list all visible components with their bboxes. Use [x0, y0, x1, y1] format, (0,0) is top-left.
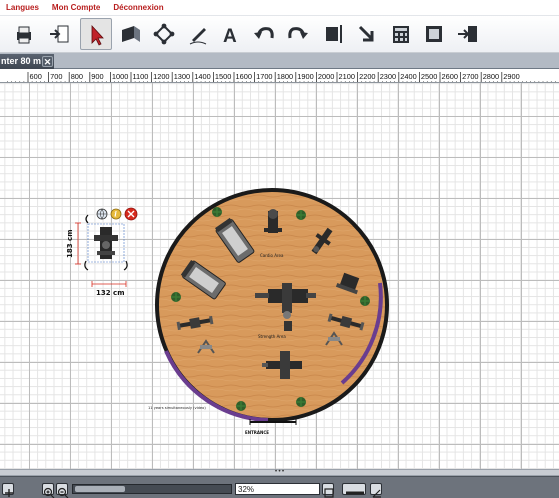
pen-icon: [189, 28, 207, 45]
ruler-tick-label: 800: [71, 72, 83, 81]
document-tab-label: nter 80 m: [1, 56, 42, 66]
height-dimension-label: 183 cm: [66, 230, 74, 259]
tool-button-undo[interactable]: [248, 18, 280, 50]
plant[interactable]: [296, 397, 306, 407]
ruler-tick-label: 1700: [256, 72, 272, 81]
zoom-slider-thumb[interactable]: [75, 486, 125, 492]
fit-screen-icon[interactable]: [322, 483, 334, 498]
ruler-tick-label: 1800: [277, 72, 293, 81]
ruler-tick-label: 1000: [112, 72, 128, 81]
plant[interactable]: [296, 210, 306, 220]
zoom-level-value: 32%: [238, 485, 255, 494]
zoom-slider[interactable]: [72, 484, 232, 494]
line-style-icon[interactable]: [342, 483, 366, 495]
info-icon[interactable]: i: [110, 208, 122, 220]
plant[interactable]: [236, 401, 246, 411]
plant[interactable]: [171, 292, 181, 302]
width-dimension: [91, 281, 127, 287]
ruler-tick-label: 2100: [339, 72, 355, 81]
entrance-label: ENTRANCE: [245, 430, 269, 435]
splitter-grip: •••: [274, 468, 285, 475]
document-tab[interactable]: nter 80 m ✕: [0, 54, 54, 69]
tool-button-pointer[interactable]: [80, 18, 112, 50]
tool-button-import[interactable]: [44, 18, 76, 50]
zoom-level-field[interactable]: 32%: [235, 483, 320, 495]
status-bar: 32%: [0, 476, 559, 498]
tool-button-node-edit[interactable]: [148, 18, 180, 50]
extrude-icon: [122, 26, 140, 42]
ruler-tick-label: 2200: [359, 72, 375, 81]
fit-page-icon: [426, 26, 442, 42]
panel-splitter[interactable]: •••: [0, 469, 559, 476]
tool-button-fit-page[interactable]: [418, 18, 450, 50]
tool-button-align[interactable]: [316, 18, 348, 50]
tool-button-extrude[interactable]: [114, 18, 146, 50]
close-tab-icon[interactable]: ✕: [42, 56, 53, 67]
menu-item-0[interactable]: Langues: [6, 3, 39, 12]
drawing-canvas[interactable]: Cardio Area Strength Area ENTRANCE 11 ye…: [0, 83, 559, 469]
document-tab-bar: nter 80 m ✕: [0, 53, 559, 69]
floor-plan: Cardio Area Strength Area ENTRANCE 11 ye…: [66, 188, 389, 435]
plant[interactable]: [212, 207, 222, 217]
app-window: Langues Mon Compte Déconnexion A nter 80 m…: [0, 0, 559, 498]
svg-text:i: i: [114, 210, 117, 219]
tool-button-text-tool[interactable]: A: [214, 18, 246, 50]
ruler-tick-label: 2000: [318, 72, 334, 81]
zoom-in-icon[interactable]: [42, 483, 55, 498]
angle-icon[interactable]: [370, 483, 382, 498]
ruler-tick-label: 2800: [483, 72, 499, 81]
pan-icon[interactable]: [2, 483, 14, 497]
ruler-tick-label: 600: [30, 72, 42, 81]
ruler-tick-label: 2600: [442, 72, 458, 81]
undo-icon: [254, 27, 274, 39]
tool-button-arrow-down[interactable]: [350, 18, 382, 50]
ruler-tick-label: 2300: [380, 72, 396, 81]
ruler-tick-label: 2500: [421, 72, 437, 81]
height-dimension: [75, 222, 81, 265]
ruler-tick-label: 1600: [236, 72, 252, 81]
pointer-icon: [91, 24, 104, 46]
ruler-tick-label: 2400: [400, 72, 416, 81]
node-edit-icon: [153, 23, 175, 45]
ruler-tick-label: 2900: [503, 72, 519, 81]
tool-button-print[interactable]: [8, 18, 40, 50]
print-icon: [17, 26, 31, 44]
ruler-tick-label: 1900: [297, 72, 313, 81]
tool-button-calculator[interactable]: [384, 18, 416, 50]
menu-item-2[interactable]: Déconnexion: [113, 3, 163, 12]
width-dimension-label: 132 cm: [96, 289, 125, 297]
exit-icon: [458, 26, 477, 42]
ruler-tick-label: 1400: [194, 72, 210, 81]
ruler-tick-label: 1300: [174, 72, 190, 81]
redo-icon: [288, 27, 308, 39]
ruler-tick-label: 700: [50, 72, 62, 81]
ruler-tick-label: 1500: [215, 72, 231, 81]
zoom-out-icon[interactable]: [56, 483, 69, 498]
calculator-icon: [393, 26, 409, 43]
align-icon: [326, 25, 342, 43]
delete-icon[interactable]: [124, 207, 138, 221]
tool-button-exit[interactable]: [452, 18, 484, 50]
tool-button-pen[interactable]: [182, 18, 214, 50]
ruler-tick-label: 900: [91, 72, 103, 81]
arrow-down-icon: [358, 25, 374, 42]
strength-area-label: Strength Area: [258, 334, 286, 339]
import-icon: [50, 25, 69, 43]
ruler-ticks: 600 700 800 900 1000 1100 1200 1300 1400 1500 1600…: [7, 72, 556, 82]
horizontal-ruler: 600 700 800 900 1000 1100 1200 1300 1400 1500 1600…: [0, 69, 559, 83]
plant[interactable]: [360, 296, 370, 306]
ruler-tick-label: 1200: [153, 72, 169, 81]
menu-bar: Langues Mon Compte Déconnexion: [0, 0, 559, 15]
ruler-tick-label: 2700: [462, 72, 478, 81]
menu-item-1[interactable]: Mon Compte: [52, 3, 100, 12]
floor-note: 11 years simultaneously (video): [148, 406, 206, 410]
text-tool-icon: A: [223, 26, 237, 47]
svg-text:A: A: [223, 26, 237, 47]
cardio-area-label: Cardio Area: [260, 253, 284, 258]
selected-machine[interactable]: [87, 223, 125, 263]
toolbar: A: [0, 15, 559, 53]
ruler-tick-label: 1100: [133, 72, 149, 81]
globe-icon[interactable]: [96, 208, 108, 220]
tool-button-redo[interactable]: [282, 18, 314, 50]
